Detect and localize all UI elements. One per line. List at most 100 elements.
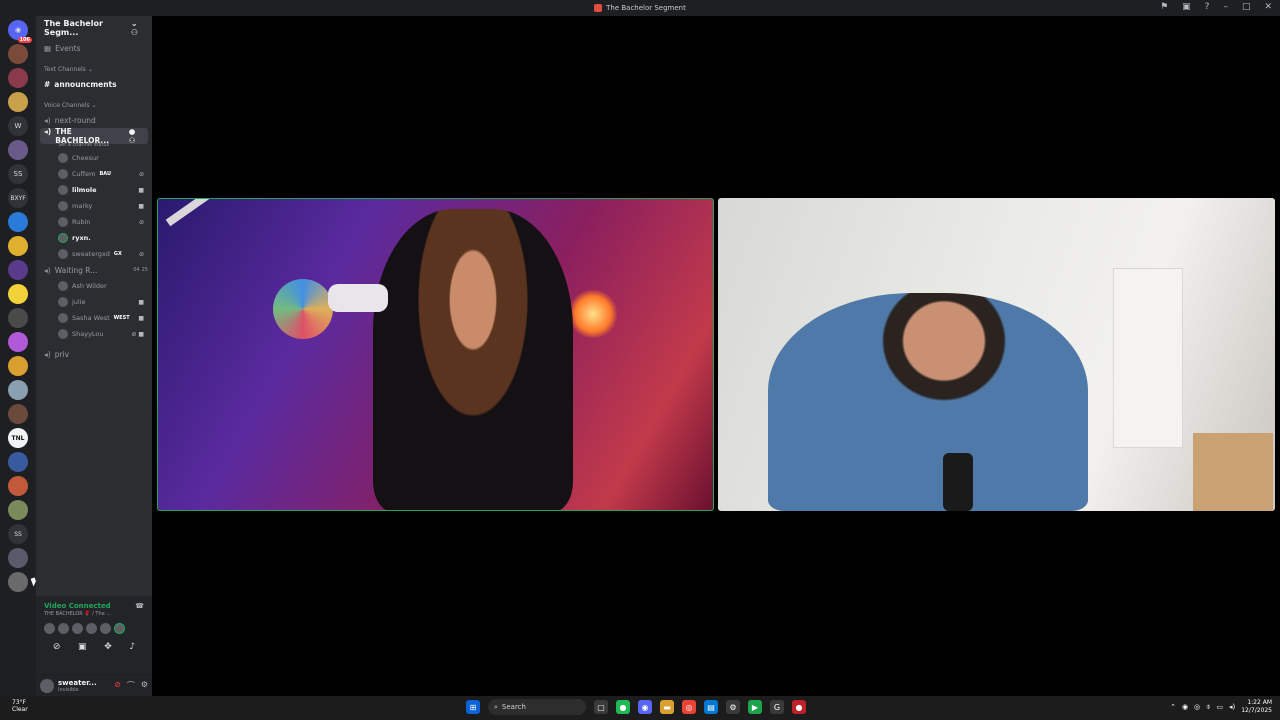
voice-user[interactable]: marky ■ [36, 198, 152, 214]
direct-messages-icon[interactable]: ◉ 106 [8, 20, 32, 43]
voice-user[interactable]: ryxn. [36, 230, 152, 246]
video-tile-speaking[interactable] [157, 198, 714, 511]
category-text-channels[interactable]: Text Channels ⌄ [36, 66, 152, 76]
chat-icon[interactable]: ● ⚇ [129, 127, 144, 145]
server-icon[interactable] [8, 68, 28, 88]
server-icon[interactable] [8, 140, 28, 160]
activities-icon[interactable]: ✥ [104, 642, 112, 652]
inbox-icon[interactable]: ⚑ [1160, 2, 1168, 12]
clock[interactable]: 1:22 AM 12/7/2025 [1241, 699, 1272, 715]
server-icon[interactable] [8, 212, 28, 232]
server-icon[interactable] [8, 500, 28, 520]
avatar[interactable] [100, 623, 111, 634]
server-icon[interactable] [8, 548, 28, 568]
add-member-icon[interactable]: ⌄ ⚇ [131, 19, 146, 37]
category-label: Voice Channels [44, 102, 90, 109]
voice-user[interactable]: Rubin ⊘ [36, 214, 152, 230]
user-tag: BAU [99, 171, 112, 177]
avatar[interactable] [86, 623, 97, 634]
channel-priv[interactable]: ◂) priv [36, 346, 152, 362]
close-button[interactable]: ✕ [1264, 2, 1272, 12]
server-icon[interactable] [8, 332, 28, 352]
server-icon[interactable] [8, 260, 28, 280]
settings-icon[interactable]: ⚙ [726, 700, 740, 714]
folder-icon[interactable]: ▬ [660, 700, 674, 714]
server-icon[interactable] [8, 236, 28, 256]
server-icon[interactable] [8, 92, 28, 112]
avatar[interactable] [58, 623, 69, 634]
avatar[interactable] [72, 623, 83, 634]
tray-app-icon[interactable]: ◉ [1182, 703, 1188, 711]
voice-user[interactable]: sweatergxd GX ⊘ [36, 246, 152, 262]
channel-announcements[interactable]: # announcments [36, 76, 152, 92]
chevron-up-icon[interactable]: ⌃ [1170, 703, 1176, 711]
mic-muted-icon[interactable]: ⊘ [114, 680, 121, 691]
server-icon-ss[interactable]: SS [8, 164, 28, 184]
voice-user[interactable]: Ash Wilder [36, 278, 152, 294]
discord-icon[interactable]: ◉ [638, 700, 652, 714]
search-box[interactable]: ⌕ Search [488, 699, 586, 715]
voice-user[interactable]: lilmole ■ [36, 182, 152, 198]
tray-app-icon[interactable]: ◎ [1194, 703, 1200, 711]
volume-icon[interactable]: ◂) [1229, 703, 1235, 711]
voice-channel-name[interactable]: THE BACHELOR 🌹 / The ... [44, 611, 144, 617]
voice-status[interactable]: Video Connected [44, 602, 111, 610]
avatar [58, 153, 68, 163]
user-name[interactable]: sweater... [58, 679, 97, 687]
avatar [58, 201, 68, 211]
headphones-icon[interactable]: ⌒ [127, 680, 135, 691]
voice-user[interactable]: Cuffem BAU ⊘ [36, 166, 152, 182]
app-icon[interactable]: ● [792, 700, 806, 714]
weather-temp: 73°F [12, 699, 27, 706]
start-icon[interactable]: ⊞ [466, 700, 480, 714]
server-icon[interactable] [8, 284, 28, 304]
server-header[interactable]: The Bachelor Segm... ⌄ ⚇ [36, 16, 152, 40]
network-icon[interactable]: ▭ [1216, 703, 1223, 711]
server-icon[interactable] [8, 404, 28, 424]
avatar[interactable] [44, 623, 55, 634]
app-icon[interactable]: G [770, 700, 784, 714]
store-icon[interactable]: ▤ [704, 700, 718, 714]
voice-user[interactable]: Cheesur [36, 150, 152, 166]
camera-off-icon[interactable]: ⊘ [53, 642, 61, 652]
server-icon-bxyf[interactable]: BXYF [8, 188, 28, 208]
monitor-icon[interactable]: ▣ [1182, 2, 1191, 12]
minimize-button[interactable]: – [1223, 2, 1228, 12]
help-icon[interactable]: ? [1205, 2, 1210, 12]
server-icon-tnl[interactable]: TNL [8, 428, 28, 448]
user-name: julie [72, 298, 86, 306]
channel-waiting-room[interactable]: ◂) Waiting R... 04 25 [36, 262, 152, 278]
spotify-icon[interactable]: ● [616, 700, 630, 714]
chrome-icon[interactable]: ◎ [682, 700, 696, 714]
voice-user[interactable]: Sasha West WEST ■ [36, 310, 152, 326]
video-tile[interactable] [718, 198, 1275, 511]
speaker-icon: ◂) [44, 115, 51, 125]
app-icon[interactable]: ▶ [748, 700, 762, 714]
channel-next-round[interactable]: ◂) next-round [36, 112, 152, 128]
gear-icon[interactable]: ⚙ [141, 680, 148, 691]
server-icon-w[interactable]: W [8, 116, 28, 136]
maximize-button[interactable]: □ [1242, 2, 1251, 12]
mic-icon[interactable]: ⌽ [1206, 703, 1210, 712]
task-view-icon[interactable]: ▢ [594, 700, 608, 714]
soundboard-icon[interactable]: ♪ [129, 642, 135, 652]
server-icon[interactable] [8, 308, 28, 328]
server-icon-ss2[interactable]: SS [8, 524, 28, 544]
server-icon[interactable] [8, 476, 28, 496]
server-icon[interactable] [8, 356, 28, 376]
voice-user[interactable]: ShayyLou ⊘ ■ [36, 326, 152, 342]
server-icon[interactable] [8, 44, 28, 64]
voice-user[interactable]: julie ■ [36, 294, 152, 310]
category-voice-channels[interactable]: Voice Channels ⌄ [36, 102, 152, 112]
events-item[interactable]: ▦ Events [36, 40, 152, 56]
weather-widget[interactable]: 73°F Clear [12, 699, 28, 713]
disconnect-icon[interactable]: ☎ [135, 602, 144, 610]
server-icon[interactable] [8, 380, 28, 400]
speaker-icon: ◂) [44, 349, 51, 359]
avatar [58, 313, 68, 323]
screen-share-icon[interactable]: ▣ [78, 642, 87, 652]
server-icon[interactable] [8, 572, 28, 592]
avatar[interactable] [40, 678, 54, 693]
avatar[interactable] [114, 623, 125, 634]
server-icon[interactable] [8, 452, 28, 472]
